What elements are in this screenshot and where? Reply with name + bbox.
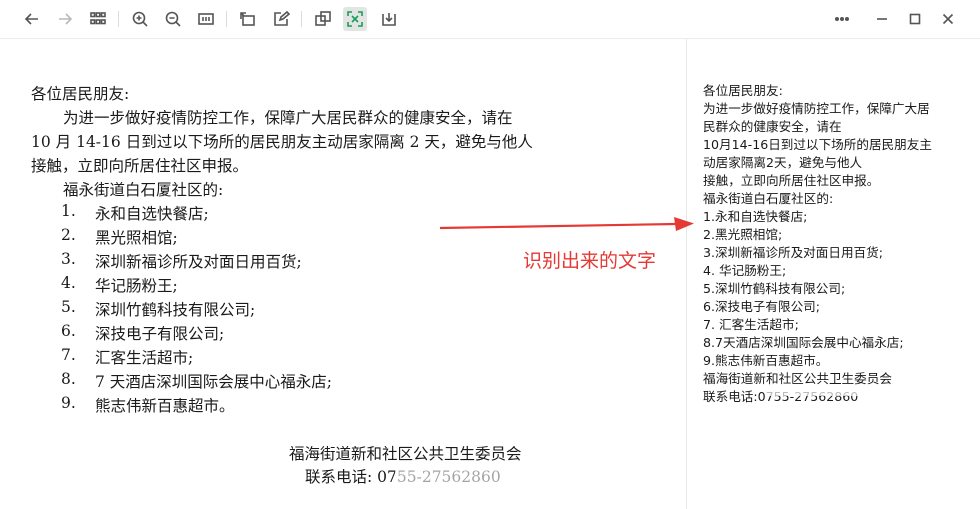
close-icon[interactable] xyxy=(936,7,960,31)
doc-greeting: 各位居民朋友: xyxy=(31,85,130,103)
ocr-line: 2.黑光照相馆; xyxy=(703,227,783,242)
doc-paragraph-line: 10 月 14-16 日到过以下场所的居民朋友主动居家隔离 2 天，避免与他人 xyxy=(31,133,533,151)
fit-page-icon[interactable] xyxy=(194,7,218,31)
list-item: 黑光照相馆; xyxy=(95,229,178,247)
doc-signature: 福海街道新和社区公共卫生委员会 xyxy=(289,445,522,463)
forward-arrow-icon[interactable] xyxy=(53,7,77,31)
list-item: 华记肠粉王; xyxy=(95,277,178,295)
ocr-line: 10月14-16日到过以下场所的居民朋友主 xyxy=(703,137,932,152)
list-item: 深圳竹鹤科技有限公司; xyxy=(95,301,256,319)
ocr-text-block[interactable]: 各位居民朋友: 为进一步做好疫情防控工作，保障广大居 民群众的健康安全，请在 10月1… xyxy=(703,82,971,406)
list-item-number: 7. xyxy=(61,346,76,364)
ocr-result-panel: 各位居民朋友: 为进一步做好疫情防控工作，保障广大居 民群众的健康安全，请在 10月1… xyxy=(687,39,980,509)
ocr-line: 9.熊志伟新百惠超市。 xyxy=(703,353,829,368)
ocr-line: 接触，立即向所居住社区申报。 xyxy=(703,173,880,188)
ocr-line: 7. 汇客生活超市; xyxy=(703,317,799,332)
ocr-line: 1.永和自选快餐店; xyxy=(703,209,808,224)
grid-icon[interactable] xyxy=(86,7,110,31)
minimize-icon[interactable] xyxy=(870,7,894,31)
annotation-label: 识别出来的文字 xyxy=(523,250,657,272)
zoom-in-icon[interactable] xyxy=(128,7,152,31)
ocr-line: 动居家隔离2天，避免与他人 xyxy=(703,155,863,170)
document-view: 各位居民朋友: 为进一步做好疫情防控工作，保障广大居民群众的健康安全，请在 10… xyxy=(0,39,686,509)
back-arrow-icon[interactable] xyxy=(20,7,44,31)
redaction-scribble xyxy=(395,470,505,484)
ocr-line: 5.深圳竹鹤科技有限公司; xyxy=(703,281,846,296)
list-item: 熊志伟新百惠超市。 xyxy=(95,397,235,415)
list-item-number: 8. xyxy=(61,370,76,388)
list-item: 深圳新福诊所及对面日用百货; xyxy=(95,253,302,271)
zoom-out-icon[interactable] xyxy=(161,7,185,31)
ocr-line: 福永街道白石厦社区的: xyxy=(703,191,834,206)
more-icon[interactable] xyxy=(830,7,854,31)
ocr-line: 民群众的健康安全，请在 xyxy=(703,119,842,134)
list-item-number: 2. xyxy=(61,226,76,244)
list-item-number: 3. xyxy=(61,250,76,268)
list-item: 永和自选快餐店; xyxy=(95,205,209,223)
maximize-icon[interactable] xyxy=(903,7,927,31)
list-item: 汇客生活超市; xyxy=(95,349,194,367)
list-item-number: 5. xyxy=(61,298,76,316)
edit-icon[interactable] xyxy=(269,7,293,31)
ocr-line: 为进一步做好疫情防控工作，保障广大居 xyxy=(703,101,930,116)
doc-sub-heading: 福永街道白石厦社区的: xyxy=(63,181,224,199)
list-item: 7 天酒店深圳国际会展中心福永店; xyxy=(95,373,333,391)
list-item-number: 1. xyxy=(61,202,76,220)
rotate-icon[interactable] xyxy=(236,7,260,31)
ocr-line: 4. 华记肠粉王; xyxy=(703,263,787,278)
ocr-line: 6.深技电子有限公司; xyxy=(703,299,821,314)
ocr-icon[interactable] xyxy=(343,7,367,31)
list-item-number: 9. xyxy=(61,394,76,412)
download-icon[interactable] xyxy=(377,7,401,31)
ocr-line: 各位居民朋友: xyxy=(703,83,783,98)
redaction-scribble xyxy=(765,386,875,396)
copy-icon[interactable] xyxy=(311,7,335,31)
annotation-arrow xyxy=(440,217,694,231)
viewer-toolbar xyxy=(0,0,980,39)
list-item-number: 6. xyxy=(61,322,76,340)
doc-paragraph-line: 接触，立即向所居住社区申报。 xyxy=(31,157,249,175)
doc-paragraph-line: 为进一步做好疫情防控工作，保障广大居民群众的健康安全，请在 xyxy=(63,109,513,127)
ocr-line: 3.深圳新福诊所及对面日用百货; xyxy=(703,245,883,260)
list-item-number: 4. xyxy=(61,274,76,292)
list-item: 深技电子有限公司; xyxy=(95,325,225,343)
ocr-line: 8.7天酒店深圳国际会展中心福永店; xyxy=(703,335,904,350)
